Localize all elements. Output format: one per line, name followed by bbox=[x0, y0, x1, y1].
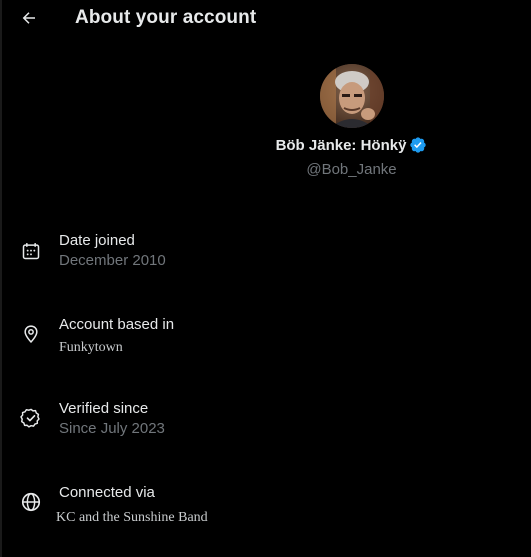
location-pin-icon bbox=[20, 323, 42, 345]
date-joined-value: December 2010 bbox=[59, 252, 166, 269]
avatar-image bbox=[320, 64, 384, 128]
back-button[interactable] bbox=[14, 4, 44, 32]
avatar[interactable] bbox=[320, 64, 384, 128]
globe-icon bbox=[20, 491, 42, 513]
date-joined-row: Date joined December 2010 bbox=[0, 232, 531, 282]
connected-via-row: Connected via KC and the Sunshine Band bbox=[0, 484, 531, 534]
header: About your account bbox=[0, 0, 531, 40]
account-based-in-value: Funkytown bbox=[59, 340, 123, 355]
about-account-page: About your account Böb Jänke: Hönkÿ @Bob… bbox=[0, 0, 531, 557]
display-name: Böb Jänke: Hönkÿ bbox=[275, 136, 407, 154]
verified-since-label: Verified since bbox=[59, 400, 149, 417]
back-arrow-icon bbox=[22, 12, 35, 24]
verified-check-icon bbox=[20, 407, 42, 429]
calendar-icon bbox=[20, 240, 42, 262]
profile-handle: @Bob_Janke bbox=[306, 161, 397, 178]
page-title: About your account bbox=[75, 7, 257, 28]
connected-via-value: KC and the Sunshine Band bbox=[56, 510, 208, 525]
date-joined-label: Date joined bbox=[59, 232, 135, 249]
connected-via-label: Connected via bbox=[59, 484, 155, 501]
profile-name-row: Böb Jänke: Hönkÿ bbox=[0, 136, 531, 154]
account-based-in-row: Account based in Funkytown bbox=[0, 316, 531, 366]
account-based-in-label: Account based in bbox=[59, 316, 175, 333]
verified-since-value: Since July 2023 bbox=[59, 420, 165, 437]
verified-since-row: Verified since Since July 2023 bbox=[0, 400, 531, 450]
verified-badge-icon bbox=[409, 136, 427, 154]
